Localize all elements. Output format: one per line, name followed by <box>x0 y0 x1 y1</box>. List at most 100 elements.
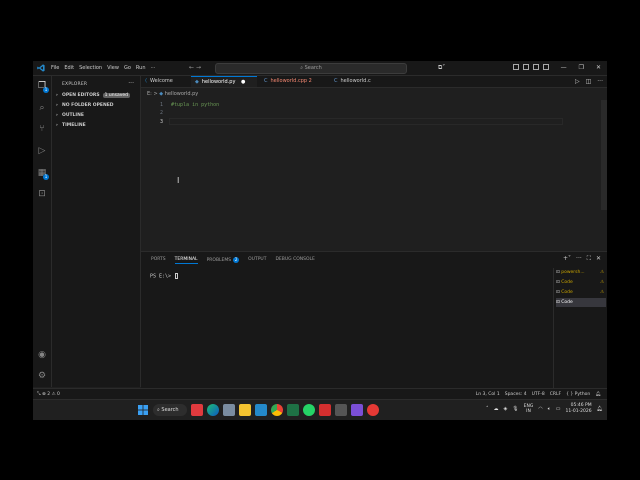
search-view-icon[interactable]: ⌕ <box>37 103 47 113</box>
editor-actions: ▷ ◫ ··· <box>575 78 603 85</box>
tab-ports[interactable]: PORTS <box>151 257 166 264</box>
volume-icon[interactable]: 🔈︎ <box>548 406 551 412</box>
menu-selection[interactable]: Selection <box>79 65 102 71</box>
taskbar-apps: ⌕ Search <box>137 404 379 416</box>
menu-go[interactable]: Go <box>124 65 131 71</box>
forward-arrow-icon[interactable]: → <box>196 64 201 71</box>
run-icon[interactable]: ▷ <box>575 78 580 85</box>
restore-icon[interactable]: ❐ <box>579 64 584 71</box>
more-actions-icon[interactable]: ··· <box>597 78 603 85</box>
account-icon[interactable]: ◉ <box>37 350 47 360</box>
tab-helloworld-c[interactable]: Chelloworld.c <box>330 76 390 87</box>
toggle-sidebar-icon[interactable] <box>513 64 519 70</box>
tab-terminal[interactable]: TERMINAL <box>174 257 198 264</box>
chrome-icon[interactable] <box>271 404 283 416</box>
more-actions-icon[interactable]: ··· <box>576 255 582 263</box>
editor-scrollbar[interactable] <box>601 100 607 210</box>
explorer-sidebar: EXPLORER ··· › OPEN EDITORS 1 unsaved › NO … <box>52 76 141 387</box>
app-red-icon[interactable] <box>191 404 203 416</box>
panel-tabs: PORTS TERMINAL PROBLEMS 2 OUTPUT DEBUG CO… <box>151 257 315 264</box>
section-open-editors[interactable]: › OPEN EDITORS 1 unsaved <box>56 93 131 98</box>
battery-icon[interactable]: ▭ <box>556 406 561 412</box>
breadcrumb-file[interactable]: helloworld.py <box>165 91 199 97</box>
terminal-item[interactable]: ⊡ Code ⚠ <box>556 278 606 287</box>
taskbar-search[interactable]: ⌕ Search <box>153 404 187 416</box>
tab-problems[interactable]: PROBLEMS 2 <box>207 257 240 264</box>
remote-icon[interactable]: ⤡ <box>37 392 41 397</box>
unsaved-dot-icon[interactable]: ● <box>241 79 245 85</box>
whatsapp-icon[interactable] <box>303 404 315 416</box>
excel-icon[interactable] <box>287 404 299 416</box>
menu-edit[interactable]: Edit <box>64 65 74 71</box>
terminal-item[interactable]: ⊡ Code <box>556 298 606 307</box>
section-no-folder[interactable]: › NO FOLDER OPENED <box>56 103 114 108</box>
minimize-icon[interactable]: — <box>561 64 567 71</box>
nav-arrows: ← → <box>189 64 201 71</box>
source-control-icon[interactable]: ⑂ <box>37 124 47 134</box>
maximize-panel-icon[interactable]: ⛶ <box>587 255 591 263</box>
customize-layout-icon[interactable] <box>543 64 549 70</box>
notification-bell-icon[interactable]: 🔔︎ <box>597 406 603 412</box>
line-number: 2 <box>159 110 163 116</box>
code-editor[interactable]: 1 2 3 #tupla in python <box>141 100 607 250</box>
terminal-item[interactable]: ⊡ Code ⚠ <box>556 288 606 297</box>
warning-icon: ⚠ <box>599 270 604 275</box>
split-editor-icon[interactable]: ◫ <box>586 78 592 85</box>
taskbar-search-label: Search <box>161 407 179 413</box>
file-explorer-icon[interactable] <box>239 404 251 416</box>
close-icon[interactable]: ✕ <box>596 64 601 71</box>
menu-view[interactable]: View <box>107 65 119 71</box>
editor-tabs: ⟨ Welcome ◆ helloworld.py ● Chelloworld.cp… <box>141 76 607 88</box>
open-editors-label: OPEN EDITORS <box>62 93 100 98</box>
settings-icon[interactable] <box>335 404 347 416</box>
back-arrow-icon[interactable]: ← <box>189 64 194 71</box>
windows-start-icon[interactable] <box>137 404 149 416</box>
toggle-secondary-sidebar-icon[interactable] <box>533 64 539 70</box>
vscode-taskbar-icon[interactable] <box>255 404 267 416</box>
close-panel-icon[interactable]: ✕ <box>596 255 601 263</box>
wifi-icon[interactable]: ◠ <box>538 406 542 412</box>
code-line[interactable]: #tupla in python <box>171 102 219 108</box>
tab-helloworld-py[interactable]: ◆ helloworld.py ● <box>191 76 257 87</box>
edge-browser-icon[interactable] <box>207 404 219 416</box>
language-indicator[interactable]: ENG IN <box>524 404 534 415</box>
tab-output[interactable]: OUTPUT <box>248 257 266 264</box>
more-actions-icon[interactable]: ··· <box>128 80 134 87</box>
tab-debug-console[interactable]: DEBUG CONSOLE <box>275 257 314 264</box>
app-red-round-icon[interactable] <box>367 404 379 416</box>
terminal-prompt: PS E:\> <box>150 273 175 280</box>
line-number: 3 <box>159 119 163 125</box>
app-purple-icon[interactable] <box>351 404 363 416</box>
run-debug-icon[interactable]: ▷ <box>37 146 47 156</box>
app-grey-icon[interactable] <box>223 404 235 416</box>
menu-run[interactable]: Run <box>136 65 146 71</box>
clock[interactable]: 05:46 PM 11-01-2026 <box>565 403 591 415</box>
command-center-search[interactable]: ⌕ Search <box>215 63 407 74</box>
remote-explorer-icon[interactable]: ⊡ <box>37 189 47 199</box>
toggle-panel-icon[interactable] <box>523 64 529 70</box>
menu-file[interactable]: File <box>51 65 59 71</box>
menu-more[interactable]: ··· <box>151 65 156 71</box>
security-icon[interactable]: ◈ <box>503 406 507 412</box>
terminal-item-label: powersh... <box>561 270 585 275</box>
chevron-up-icon[interactable]: ˄ <box>486 406 489 412</box>
section-outline[interactable]: › OUTLINE <box>56 113 84 118</box>
outline-label: OUTLINE <box>62 113 84 118</box>
pdf-reader-icon[interactable] <box>319 404 331 416</box>
manage-gear-icon[interactable]: ⚙ <box>37 371 47 381</box>
tab-welcome[interactable]: ⟨ Welcome <box>141 76 195 87</box>
terminal-icon: ⊡ <box>556 270 560 275</box>
copilot-icon[interactable]: ⧉˅ <box>438 64 445 72</box>
breadcrumb-drive[interactable]: E: <box>147 91 152 97</box>
tab-helloworld-cpp[interactable]: Chelloworld.cpp 2 <box>260 76 330 87</box>
terminal-item[interactable]: ⊡ powersh... ⚠ <box>556 268 606 277</box>
section-timeline[interactable]: › TIMELINE <box>56 123 86 128</box>
warning-icon: ⚠ <box>599 290 604 295</box>
terminal-output[interactable]: PS E:\> <box>150 273 179 280</box>
new-terminal-icon[interactable]: +˅ <box>563 255 571 263</box>
terminal-icon: ⊡ <box>556 300 560 305</box>
problems-status[interactable]: ⊗ 2 ⚠ 0 <box>42 392 60 397</box>
cloud-icon[interactable]: ☁ <box>493 406 498 412</box>
lang-line2: IN <box>526 409 531 414</box>
mic-icon[interactable]: 🎙︎ <box>512 406 518 412</box>
